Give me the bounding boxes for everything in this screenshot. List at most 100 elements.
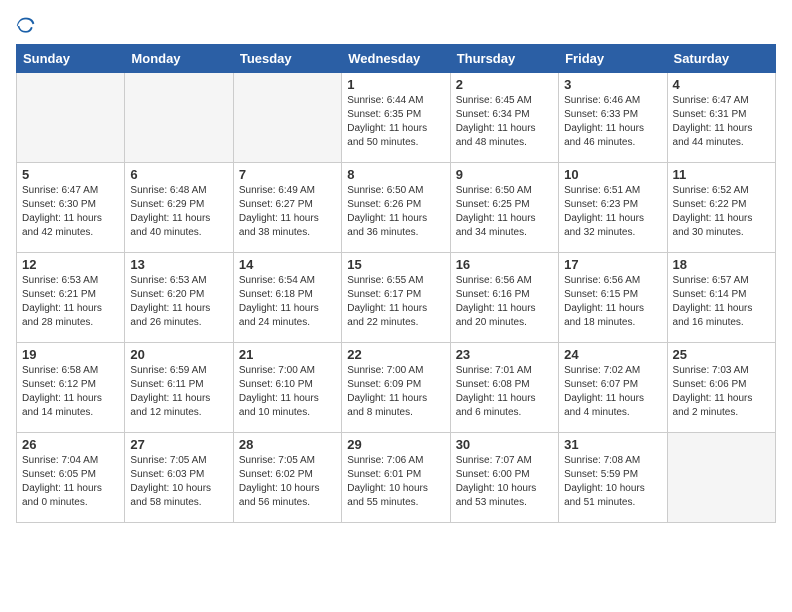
calendar-header-row: SundayMondayTuesdayWednesdayThursdayFrid… — [17, 45, 776, 73]
day-info: Sunrise: 7:02 AM Sunset: 6:07 PM Dayligh… — [564, 364, 661, 420]
calendar-cell: 31 Sunrise: 7:08 AM Sunset: 5:59 PM Dayli… — [559, 433, 667, 523]
day-number: 3 — [564, 77, 661, 92]
calendar-week-0: 1 Sunrise: 6:44 AM Sunset: 6:35 PM Daylig… — [17, 73, 776, 163]
calendar-cell — [667, 433, 775, 523]
calendar-cell: 24 Sunrise: 7:02 AM Sunset: 6:07 PM Dayli… — [559, 343, 667, 433]
calendar-cell: 3 Sunrise: 6:46 AM Sunset: 6:33 PM Daylig… — [559, 73, 667, 163]
day-number: 22 — [347, 347, 444, 362]
day-info: Sunrise: 6:59 AM Sunset: 6:11 PM Dayligh… — [130, 364, 227, 420]
day-info: Sunrise: 7:05 AM Sunset: 6:03 PM Dayligh… — [130, 454, 227, 510]
day-number: 28 — [239, 437, 336, 452]
day-number: 12 — [22, 257, 119, 272]
day-number: 30 — [456, 437, 553, 452]
day-number: 19 — [22, 347, 119, 362]
calendar-cell: 30 Sunrise: 7:07 AM Sunset: 6:00 PM Dayli… — [450, 433, 558, 523]
calendar-table: SundayMondayTuesdayWednesdayThursdayFrid… — [16, 44, 776, 523]
calendar-cell: 16 Sunrise: 6:56 AM Sunset: 6:16 PM Dayli… — [450, 253, 558, 343]
day-number: 11 — [673, 167, 770, 182]
calendar-cell: 9 Sunrise: 6:50 AM Sunset: 6:25 PM Daylig… — [450, 163, 558, 253]
calendar-cell — [125, 73, 233, 163]
calendar-cell: 7 Sunrise: 6:49 AM Sunset: 6:27 PM Daylig… — [233, 163, 341, 253]
calendar-week-4: 26Sunrise: 7:04 AM Sunset: 6:05 PM Dayli… — [17, 433, 776, 523]
page-header — [16, 16, 776, 36]
calendar-cell: 15Sunrise: 6:55 AM Sunset: 6:17 PM Dayli… — [342, 253, 450, 343]
weekday-header-friday: Friday — [559, 45, 667, 73]
calendar-cell: 18Sunrise: 6:57 AM Sunset: 6:14 PM Dayli… — [667, 253, 775, 343]
logo-icon — [16, 16, 36, 36]
weekday-header-monday: Monday — [125, 45, 233, 73]
day-info: Sunrise: 6:50 AM Sunset: 6:25 PM Dayligh… — [456, 184, 553, 240]
calendar-cell: 12Sunrise: 6:53 AM Sunset: 6:21 PM Dayli… — [17, 253, 125, 343]
day-info: Sunrise: 6:56 AM Sunset: 6:16 PM Dayligh… — [456, 274, 553, 330]
day-info: Sunrise: 7:00 AM Sunset: 6:09 PM Dayligh… — [347, 364, 444, 420]
calendar-cell: 14 Sunrise: 6:54 AM Sunset: 6:18 PM Dayli… — [233, 253, 341, 343]
day-number: 4 — [673, 77, 770, 92]
day-info: Sunrise: 7:07 AM Sunset: 6:00 PM Dayligh… — [456, 454, 553, 510]
day-number: 18 — [673, 257, 770, 272]
calendar-cell: 13 Sunrise: 6:53 AM Sunset: 6:20 PM Dayli… — [125, 253, 233, 343]
calendar-cell: 19Sunrise: 6:58 AM Sunset: 6:12 PM Dayli… — [17, 343, 125, 433]
day-info: Sunrise: 6:49 AM Sunset: 6:27 PM Dayligh… — [239, 184, 336, 240]
day-info: Sunrise: 6:45 AM Sunset: 6:34 PM Dayligh… — [456, 94, 553, 150]
calendar-cell: 20 Sunrise: 6:59 AM Sunset: 6:11 PM Dayli… — [125, 343, 233, 433]
day-number: 17 — [564, 257, 661, 272]
day-info: Sunrise: 7:08 AM Sunset: 5:59 PM Dayligh… — [564, 454, 661, 510]
day-number: 27 — [130, 437, 227, 452]
weekday-header-sunday: Sunday — [17, 45, 125, 73]
day-info: Sunrise: 6:51 AM Sunset: 6:23 PM Dayligh… — [564, 184, 661, 240]
day-info: Sunrise: 6:44 AM Sunset: 6:35 PM Dayligh… — [347, 94, 444, 150]
weekday-header-wednesday: Wednesday — [342, 45, 450, 73]
day-number: 23 — [456, 347, 553, 362]
calendar-cell — [233, 73, 341, 163]
day-number: 6 — [130, 167, 227, 182]
day-number: 2 — [456, 77, 553, 92]
day-info: Sunrise: 7:03 AM Sunset: 6:06 PM Dayligh… — [673, 364, 770, 420]
calendar-week-1: 5Sunrise: 6:47 AM Sunset: 6:30 PM Daylig… — [17, 163, 776, 253]
day-number: 13 — [130, 257, 227, 272]
calendar-cell: 5Sunrise: 6:47 AM Sunset: 6:30 PM Daylig… — [17, 163, 125, 253]
day-number: 9 — [456, 167, 553, 182]
day-number: 20 — [130, 347, 227, 362]
day-info: Sunrise: 6:50 AM Sunset: 6:26 PM Dayligh… — [347, 184, 444, 240]
day-info: Sunrise: 7:01 AM Sunset: 6:08 PM Dayligh… — [456, 364, 553, 420]
calendar-cell: 1 Sunrise: 6:44 AM Sunset: 6:35 PM Daylig… — [342, 73, 450, 163]
day-info: Sunrise: 6:56 AM Sunset: 6:15 PM Dayligh… — [564, 274, 661, 330]
weekday-header-thursday: Thursday — [450, 45, 558, 73]
day-number: 14 — [239, 257, 336, 272]
day-number: 16 — [456, 257, 553, 272]
day-info: Sunrise: 6:46 AM Sunset: 6:33 PM Dayligh… — [564, 94, 661, 150]
calendar-cell: 25 Sunrise: 7:03 AM Sunset: 6:06 PM Dayli… — [667, 343, 775, 433]
logo — [16, 16, 40, 36]
day-number: 31 — [564, 437, 661, 452]
calendar-cell — [17, 73, 125, 163]
day-info: Sunrise: 6:47 AM Sunset: 6:31 PM Dayligh… — [673, 94, 770, 150]
day-number: 5 — [22, 167, 119, 182]
day-number: 8 — [347, 167, 444, 182]
calendar-cell: 28 Sunrise: 7:05 AM Sunset: 6:02 PM Dayli… — [233, 433, 341, 523]
day-info: Sunrise: 7:05 AM Sunset: 6:02 PM Dayligh… — [239, 454, 336, 510]
day-info: Sunrise: 6:53 AM Sunset: 6:20 PM Dayligh… — [130, 274, 227, 330]
day-info: Sunrise: 7:00 AM Sunset: 6:10 PM Dayligh… — [239, 364, 336, 420]
calendar-week-2: 12Sunrise: 6:53 AM Sunset: 6:21 PM Dayli… — [17, 253, 776, 343]
day-number: 10 — [564, 167, 661, 182]
calendar-cell: 11 Sunrise: 6:52 AM Sunset: 6:22 PM Dayli… — [667, 163, 775, 253]
calendar-cell: 8 Sunrise: 6:50 AM Sunset: 6:26 PM Daylig… — [342, 163, 450, 253]
calendar-cell: 22 Sunrise: 7:00 AM Sunset: 6:09 PM Dayli… — [342, 343, 450, 433]
day-number: 25 — [673, 347, 770, 362]
calendar-cell: 26Sunrise: 7:04 AM Sunset: 6:05 PM Dayli… — [17, 433, 125, 523]
day-number: 26 — [22, 437, 119, 452]
day-number: 1 — [347, 77, 444, 92]
calendar-cell: 2 Sunrise: 6:45 AM Sunset: 6:34 PM Daylig… — [450, 73, 558, 163]
weekday-header-saturday: Saturday — [667, 45, 775, 73]
calendar-cell: 10 Sunrise: 6:51 AM Sunset: 6:23 PM Dayli… — [559, 163, 667, 253]
weekday-header-tuesday: Tuesday — [233, 45, 341, 73]
day-number: 29 — [347, 437, 444, 452]
day-number: 7 — [239, 167, 336, 182]
day-number: 24 — [564, 347, 661, 362]
calendar-cell: 29Sunrise: 7:06 AM Sunset: 6:01 PM Dayli… — [342, 433, 450, 523]
day-number: 21 — [239, 347, 336, 362]
day-info: Sunrise: 6:52 AM Sunset: 6:22 PM Dayligh… — [673, 184, 770, 240]
calendar-cell: 23 Sunrise: 7:01 AM Sunset: 6:08 PM Dayli… — [450, 343, 558, 433]
day-info: Sunrise: 6:54 AM Sunset: 6:18 PM Dayligh… — [239, 274, 336, 330]
day-info: Sunrise: 6:48 AM Sunset: 6:29 PM Dayligh… — [130, 184, 227, 240]
